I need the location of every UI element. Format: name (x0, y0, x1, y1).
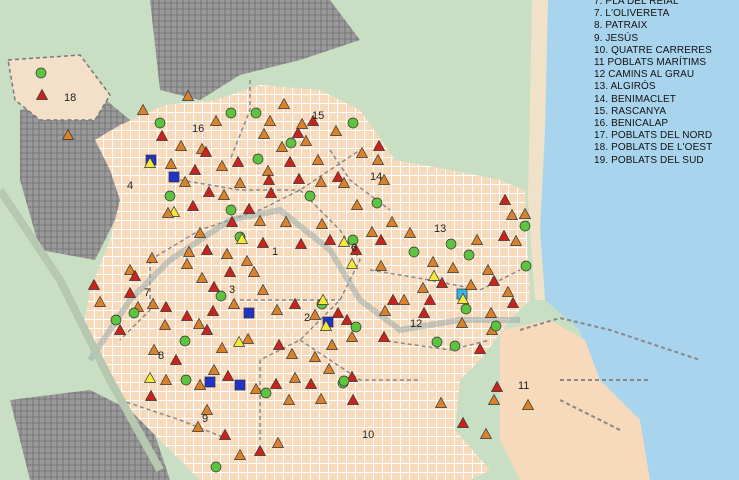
district-label[interactable]: 7 (144, 287, 150, 299)
green-circle-marker[interactable] (304, 190, 316, 202)
legend-item: 17. POBLATS DEL NORD (594, 130, 713, 142)
green-circle-marker[interactable] (260, 387, 272, 399)
district-label[interactable]: 14 (370, 171, 382, 183)
green-circle-marker[interactable] (350, 321, 362, 333)
green-circle-marker[interactable] (520, 260, 532, 272)
district-label[interactable]: 16 (192, 123, 204, 135)
legend-item: 10. QUATRE CARRERES (594, 44, 712, 56)
district-label[interactable]: 18 (64, 92, 76, 104)
legend-item: 11 POBLATS MARÍTIMS (594, 57, 707, 69)
green-circle-marker[interactable] (225, 204, 237, 216)
green-circle-marker[interactable] (180, 374, 192, 386)
blue-square-marker[interactable] (168, 171, 180, 183)
green-circle-marker[interactable] (128, 307, 140, 319)
green-circle-marker[interactable] (210, 461, 222, 473)
legend-item: 12 CAMINS AL GRAU (594, 69, 695, 81)
district-legend: 7. PLA DEL REIAL 7. L'OLIVERETA 8. PATRA… (594, 0, 739, 167)
district-label[interactable]: 2 (304, 312, 310, 324)
green-circle-marker[interactable] (445, 238, 457, 250)
green-circle-marker[interactable] (179, 335, 191, 347)
legend-item: 15. RASCANYA (594, 105, 667, 117)
green-circle-marker[interactable] (215, 290, 227, 302)
district-label[interactable]: 6 (351, 242, 357, 254)
green-circle-marker[interactable] (285, 137, 297, 149)
legend-item: 7. L'OLIVERETA (594, 8, 670, 20)
district-label[interactable]: 9 (202, 413, 208, 425)
district-label[interactable]: 10 (362, 429, 374, 441)
district-label[interactable]: 12 (410, 318, 422, 330)
green-circle-marker[interactable] (463, 249, 475, 261)
legend-item: 13. ALGIRÓS (594, 81, 656, 93)
district-label[interactable]: 3 (229, 284, 235, 296)
district-label[interactable]: 8 (158, 350, 164, 362)
blue-square-marker[interactable] (234, 379, 246, 391)
legend-item: 14. BENIMACLET (594, 93, 676, 105)
green-circle-marker[interactable] (110, 314, 122, 326)
blue-square-marker[interactable] (243, 307, 255, 319)
green-circle-marker[interactable] (408, 246, 420, 258)
green-circle-marker[interactable] (519, 220, 531, 232)
green-circle-marker[interactable] (225, 107, 237, 119)
green-circle-marker[interactable] (250, 107, 262, 119)
district-label[interactable]: 1 (272, 246, 278, 258)
legend-item: 18. POBLATS DE L'OEST (594, 142, 713, 154)
legend-item: 9. JESÚS (594, 32, 639, 44)
legend-item: 16. BENICALAP (594, 118, 669, 130)
green-circle-marker[interactable] (338, 375, 350, 387)
district-label[interactable]: 4 (127, 180, 133, 192)
legend-item: 7. PLA DEL REIAL (594, 0, 679, 7)
district-label[interactable]: 15 (312, 110, 324, 122)
green-circle-marker[interactable] (431, 336, 443, 348)
blue-square-marker[interactable] (204, 376, 216, 388)
district-label[interactable]: 11 (518, 380, 529, 392)
legend-item: 8. PATRAIX (594, 20, 648, 32)
green-circle-marker[interactable] (35, 67, 47, 79)
green-circle-marker[interactable] (347, 117, 359, 129)
green-circle-marker[interactable] (164, 190, 176, 202)
district-map[interactable]: 7. PLA DEL REIAL 7. L'OLIVERETA 8. PATRA… (0, 0, 739, 480)
green-circle-marker[interactable] (449, 340, 461, 352)
green-circle-marker[interactable] (460, 303, 472, 315)
district-label[interactable]: 13 (434, 223, 446, 235)
green-circle-marker[interactable] (490, 320, 502, 332)
green-circle-marker[interactable] (252, 153, 264, 165)
green-circle-marker[interactable] (154, 117, 166, 129)
green-circle-marker[interactable] (371, 197, 383, 209)
legend-item: 19. POBLATS DEL SUD (594, 154, 704, 166)
